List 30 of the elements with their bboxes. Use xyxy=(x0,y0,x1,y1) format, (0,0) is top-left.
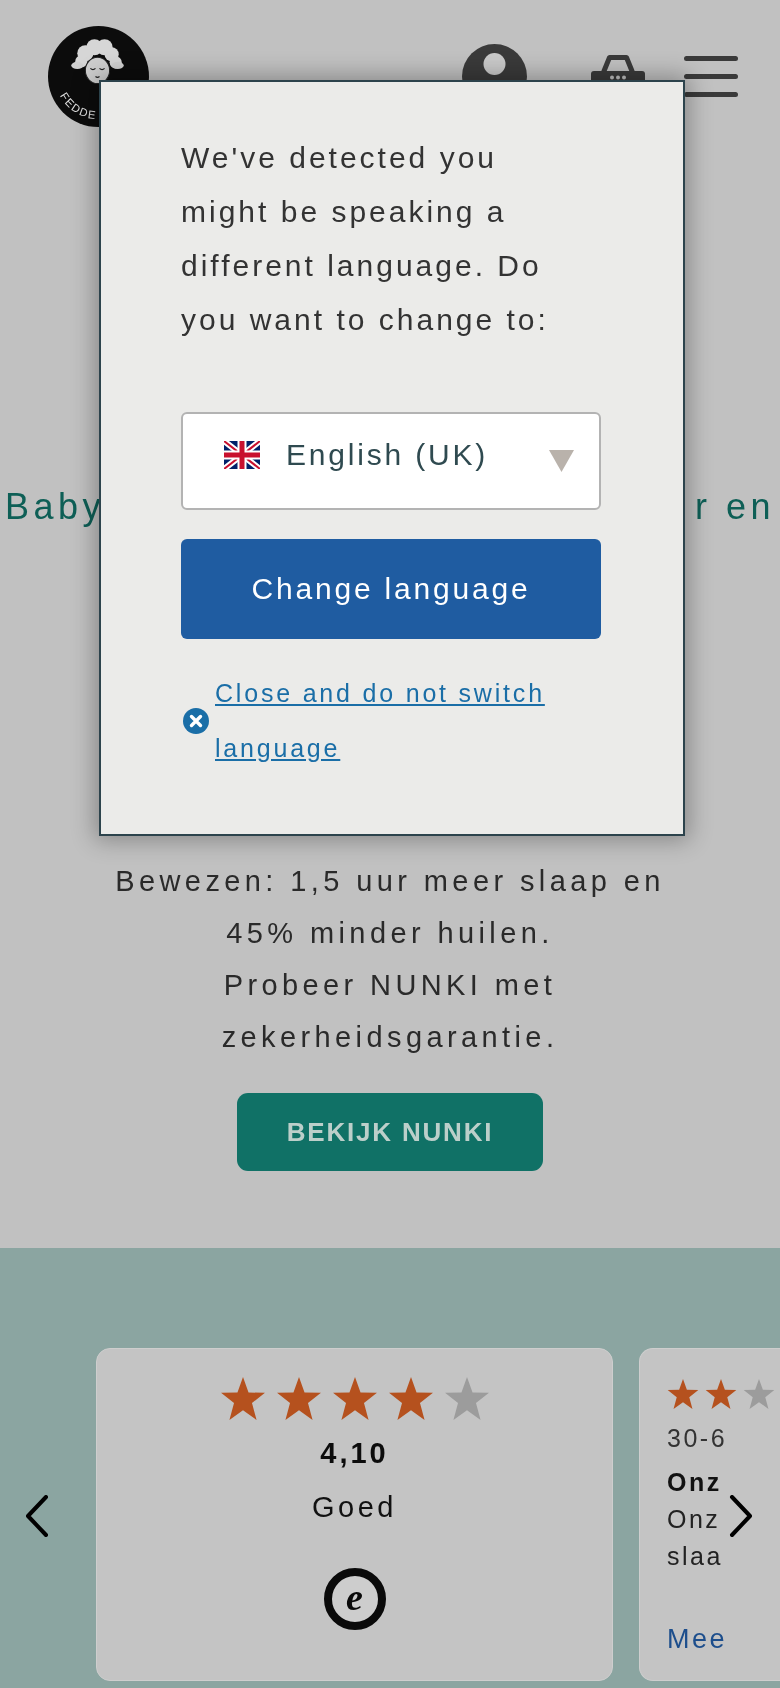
dialog-message: We've detected you might be speaking a different language. Do you want to change to: xyxy=(181,140,550,338)
trust-badge[interactable]: e xyxy=(323,1568,386,1630)
view-product-button[interactable]: BEKIJK NUNKI xyxy=(237,1093,543,1171)
star-icon xyxy=(443,1377,490,1420)
star-icon xyxy=(667,1379,699,1409)
change-language-button[interactable]: Change language xyxy=(181,539,601,639)
flag-icon xyxy=(224,441,260,469)
rating-label: Goed xyxy=(312,1490,397,1525)
review-text: Onz slaa xyxy=(667,1504,723,1572)
review-date: 30-6 xyxy=(667,1423,728,1454)
chevron-left-icon[interactable] xyxy=(25,1495,49,1537)
hero-text: Bewezen: 1,5 uur meer slaap en 45% minder huilen. Probeer NUNKI met zekerheidsgarantie. xyxy=(114,864,666,1055)
language-select[interactable]: English (UK) xyxy=(181,412,601,510)
hero-heading: Baby xyxy=(5,485,106,529)
star-icon xyxy=(331,1377,378,1420)
menu-icon[interactable] xyxy=(684,56,738,97)
star-icon xyxy=(743,1379,775,1409)
star-icon xyxy=(219,1377,266,1420)
basket-icon[interactable] xyxy=(591,54,645,80)
star-icon xyxy=(275,1377,322,1420)
caret-icon xyxy=(549,450,574,472)
hero-heading: r en xyxy=(694,485,775,529)
close-link[interactable]: Close and do not switch language xyxy=(215,666,601,776)
read-more-link[interactable]: Mee xyxy=(667,1622,728,1656)
close-icon[interactable] xyxy=(183,708,209,734)
chevron-right-icon[interactable] xyxy=(729,1495,753,1537)
star-icon xyxy=(387,1377,434,1420)
review-title: Onz xyxy=(667,1467,722,1498)
star-icon xyxy=(705,1379,737,1409)
rating-score: 4,10 xyxy=(320,1436,389,1471)
